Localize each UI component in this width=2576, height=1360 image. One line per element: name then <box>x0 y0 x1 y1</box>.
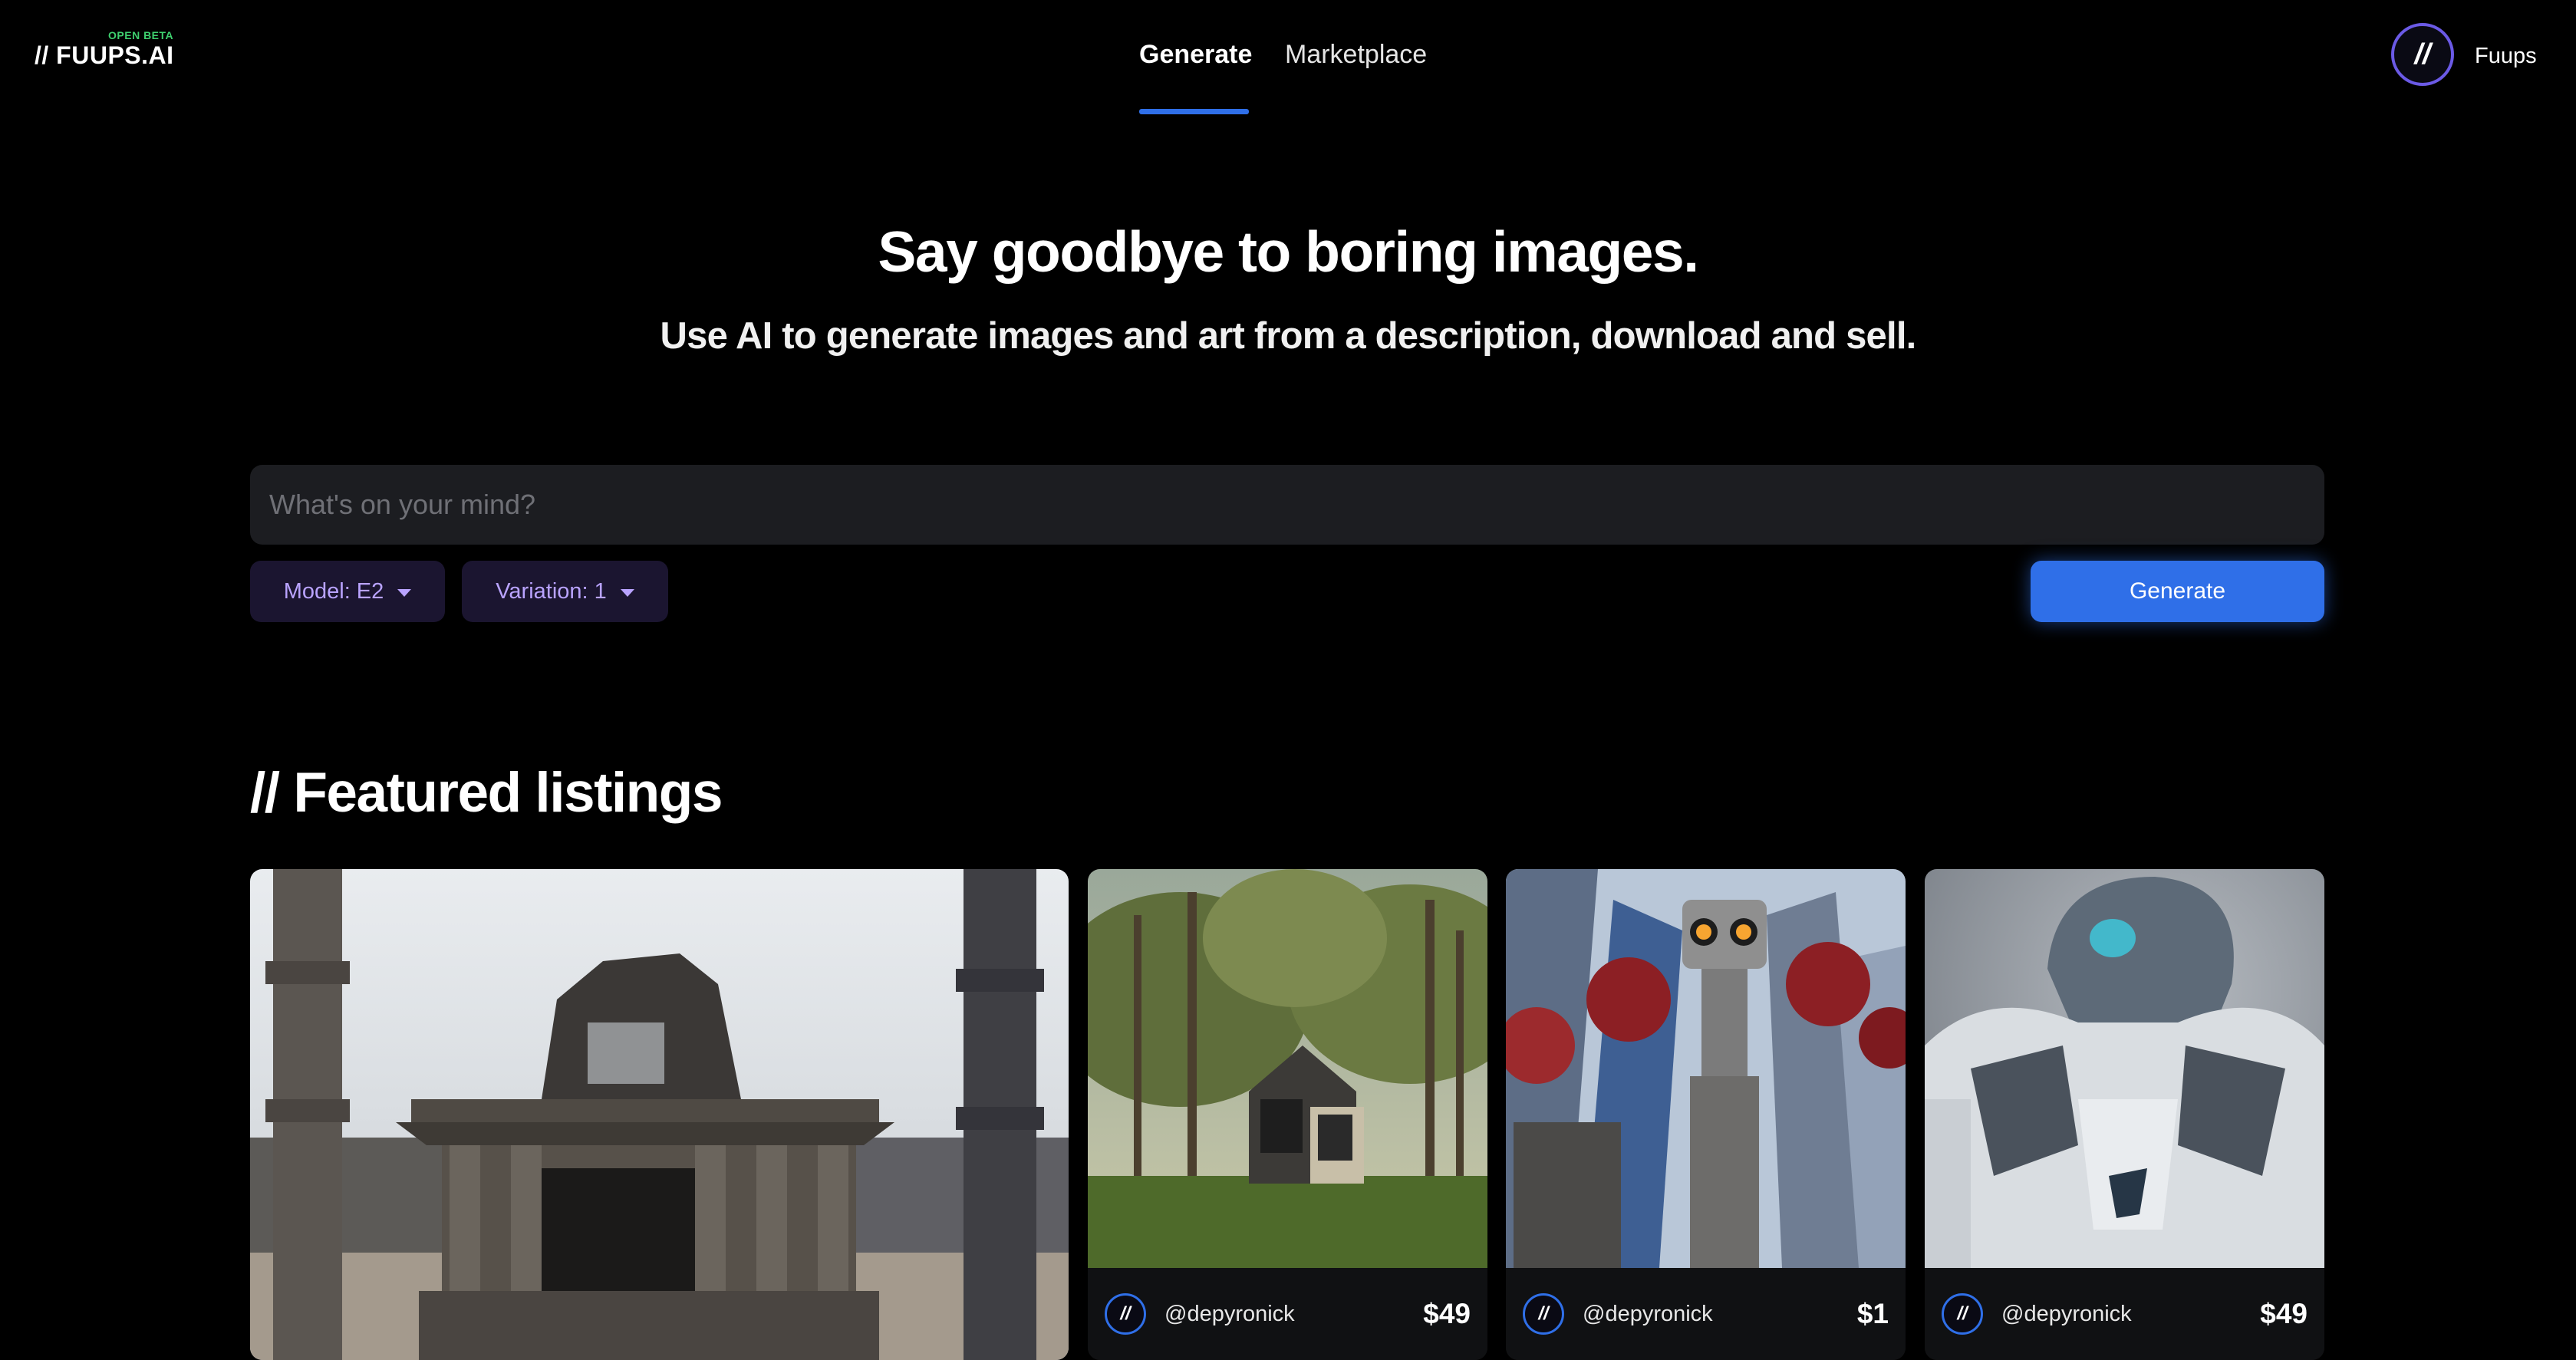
hero-subtitle: Use AI to generate images and art from a… <box>660 315 1917 357</box>
user-avatar[interactable]: // <box>2391 23 2454 86</box>
model-dropdown[interactable]: Model: E2 <box>250 561 445 622</box>
seller-avatar[interactable]: // <box>1105 1293 1146 1335</box>
forest-house-image <box>1088 869 1487 1268</box>
listing-card[interactable]: // @depyronick $1 <box>1506 869 1906 1360</box>
logo[interactable]: // FUUPS.AI <box>35 41 174 70</box>
listing-price: $49 <box>2260 1298 2308 1329</box>
seller-avatar[interactable]: // <box>1942 1293 1983 1335</box>
seller-handle[interactable]: @depyronick <box>2001 1302 2260 1327</box>
seller-handle[interactable]: @depyronick <box>1583 1302 1857 1327</box>
variation-dropdown[interactable]: Variation: 1 <box>462 561 668 622</box>
city-robot-image <box>1506 869 1906 1268</box>
seller-avatar[interactable]: // <box>1523 1293 1564 1335</box>
username[interactable]: Fuups <box>2475 44 2537 69</box>
listing-footer: // @depyronick $49 <box>1088 1268 1487 1360</box>
listing-card[interactable] <box>250 869 1069 1360</box>
caret-down-icon <box>620 589 634 597</box>
prompt-placeholder: What's on your mind? <box>269 489 536 520</box>
listing-price: $1 <box>1856 1298 1889 1329</box>
listing-price: $49 <box>1423 1298 1471 1329</box>
prompt-input[interactable]: What's on your mind? <box>250 465 2324 545</box>
variation-label: Variation: 1 <box>496 578 607 604</box>
listing-footer: // @depyronick $1 <box>1506 1268 1906 1360</box>
generate-button[interactable]: Generate <box>2031 561 2324 622</box>
hero-title: Say goodbye to boring images. <box>878 219 1699 284</box>
tab-generate[interactable]: Generate <box>1139 40 1252 70</box>
model-label: Model: E2 <box>283 578 384 604</box>
beta-badge: OPEN BETA <box>108 29 174 41</box>
tab-marketplace[interactable]: Marketplace <box>1285 40 1427 70</box>
active-tab-indicator <box>1139 109 1249 114</box>
listing-card[interactable]: // @depyronick $49 <box>1925 869 2324 1360</box>
featured-title: // Featured listings <box>250 762 723 824</box>
listing-card[interactable]: // @depyronick $49 <box>1088 869 1487 1360</box>
temple-ruins-image <box>250 869 1069 1360</box>
listing-footer: // @depyronick $49 <box>1925 1268 2324 1360</box>
armored-robot-image <box>1925 869 2324 1268</box>
seller-handle[interactable]: @depyronick <box>1164 1302 1423 1327</box>
caret-down-icon <box>397 589 412 597</box>
